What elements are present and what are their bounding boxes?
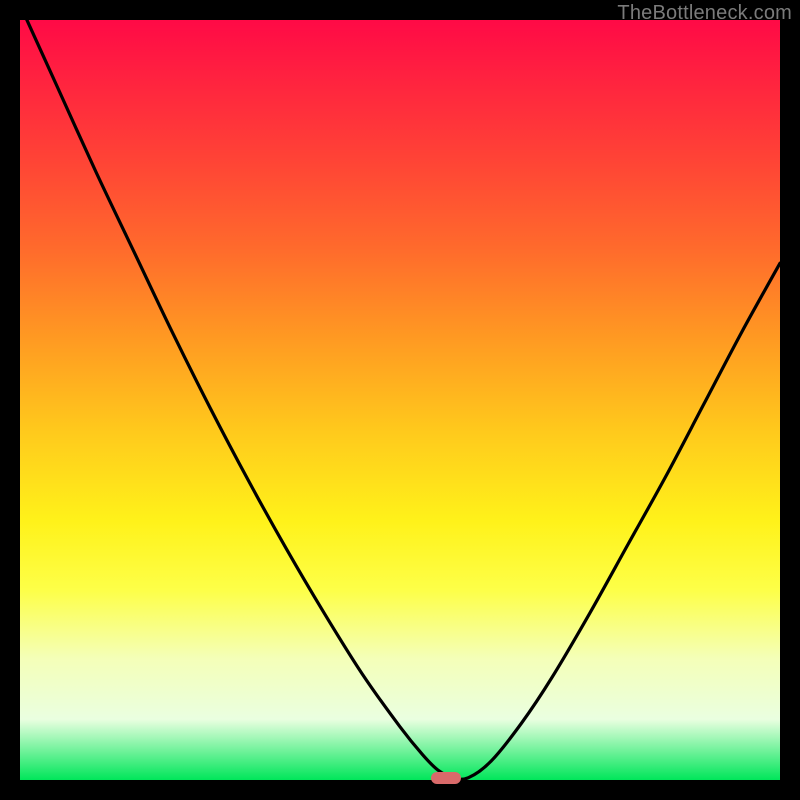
bottleneck-curve [20,20,780,780]
chart-frame: TheBottleneck.com [0,0,800,800]
minimum-marker [431,772,461,784]
plot-area [20,20,780,780]
watermark-text: TheBottleneck.com [617,2,792,25]
